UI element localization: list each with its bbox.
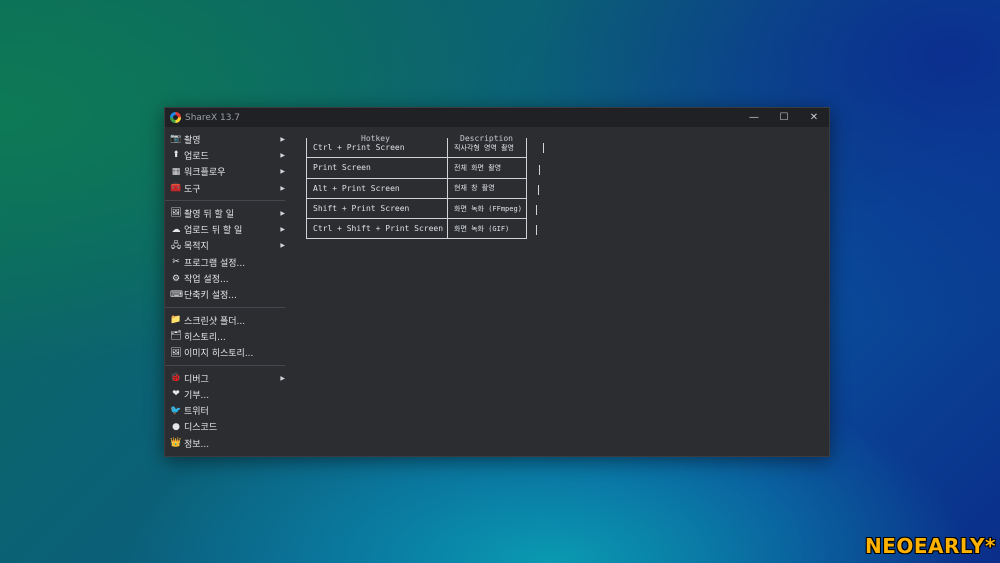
menu-item-label: 단축키 설정... <box>184 291 237 302</box>
hotkey-column-header: Hotkey <box>360 134 391 143</box>
description-cell: 화면 녹화 (GIF) <box>447 219 527 240</box>
hotkey-row[interactable]: Alt + Print Screen 현재 창 촬영 <box>306 178 527 199</box>
menu-item[interactable]: 🖧 목적지 ▶ <box>165 238 287 254</box>
menu-item[interactable]: 📷 촬영 ▶ <box>165 131 287 147</box>
menu-item[interactable]: 🧰 도구 ▶ <box>165 180 287 196</box>
cloud-icon: ☁ <box>171 224 181 235</box>
menu-item[interactable]: ⬆ 업로드 ▶ <box>165 147 287 163</box>
title-bar[interactable]: ShareX 13.7 — ☐ ✕ <box>165 108 829 127</box>
menu-item[interactable]: 🐦 트위터 <box>165 402 287 418</box>
submenu-arrow-icon: ▶ <box>280 135 285 143</box>
hotkey-row[interactable]: Shift + Print Screen 화면 녹화 (FFmpeg) <box>306 198 527 220</box>
crown-icon: 👑 <box>170 438 182 449</box>
menu-item-label: 스크린샷 폴더... <box>184 316 246 327</box>
description-column-header: Description <box>459 134 514 143</box>
menu-item-label: 디버그 <box>184 374 209 385</box>
minimize-button[interactable]: — <box>739 112 769 123</box>
after-capture-icon: 🖼 <box>170 208 182 219</box>
menu-item[interactable]: 🐞 디버그 ▶ <box>165 370 287 386</box>
menu-item[interactable]: ☁ 업로드 뒤 할 일 ▶ <box>165 221 287 237</box>
menu-separator <box>165 200 285 202</box>
menu-item[interactable]: ✂ 프로그램 설정... <box>165 254 287 270</box>
workflow-grid-icon: ▦ <box>171 166 181 177</box>
menu-item-label: 정보... <box>184 439 210 450</box>
menu-item-label: 프로그램 설정... <box>184 258 246 269</box>
menu-item[interactable]: ⚙ 작업 설정... <box>165 270 287 286</box>
hotkey-cell: Shift + Print Screen <box>306 198 447 220</box>
image-history-icon: 🖼 <box>170 347 182 358</box>
hotkey-cell: Print Screen <box>306 158 447 179</box>
history-icon: 🗂 <box>170 331 182 342</box>
discord-icon: ● <box>172 421 180 432</box>
menu-separator <box>165 364 285 366</box>
sharex-logo-icon <box>170 112 181 123</box>
menu-item[interactable]: ● 디스코드 <box>165 419 287 435</box>
hotkey-cell: Alt + Print Screen <box>306 178 447 199</box>
submenu-arrow-icon: ▶ <box>280 168 285 176</box>
maximize-button[interactable]: ☐ <box>769 112 799 123</box>
main-menu: 📷 촬영 ▶ ⬆ 업로드 ▶ ▦ 워크플로우 ▶ 🧰 도구 ▶ 🖼 촬영 뒤 할 일 ▶ ☁ 업로드 뒤 할 일… <box>165 127 287 451</box>
menu-item[interactable]: 🖼 촬영 뒤 할 일 ▶ <box>165 205 287 221</box>
sharex-window: ShareX 13.7 — ☐ ✕ 📷 촬영 ▶ ⬆ 업로드 ▶ ▦ 워크플로우 ▶ 🧰 도구 ▶ 🖼 촬… <box>164 107 830 457</box>
description-cell: 현재 창 촬영 <box>447 178 527 199</box>
submenu-arrow-icon: ▶ <box>280 184 285 192</box>
folder-icon: 📁 <box>170 315 182 326</box>
submenu-arrow-icon: ▶ <box>280 374 285 382</box>
menu-item-label: 목적지 <box>184 242 209 253</box>
menu-item[interactable]: ❤ 기부... <box>165 386 287 402</box>
table-border-artifact <box>536 205 537 215</box>
submenu-arrow-icon: ▶ <box>280 242 285 250</box>
menu-item[interactable]: ⌨ 단축키 설정... <box>165 287 287 303</box>
menu-item[interactable]: ▦ 워크플로우 ▶ <box>165 164 287 180</box>
camera-icon: 📷 <box>170 134 182 145</box>
upload-arrow-icon: ⬆ <box>172 150 180 161</box>
menu-item-label: 업로드 <box>184 151 209 162</box>
menu-item-label: 작업 설정... <box>184 275 229 286</box>
bug-icon: 🐞 <box>170 373 182 383</box>
heart-icon: ❤ <box>172 389 180 400</box>
gear-icon: ⚙ <box>171 273 181 284</box>
menu-item[interactable]: 🗂 히스토리... <box>165 328 287 344</box>
menu-item-label: 촬영 <box>184 135 201 146</box>
table-border-artifact <box>543 143 544 153</box>
tools-icon: ✂ <box>172 257 180 268</box>
menu-item[interactable]: 👑 정보... <box>165 435 287 451</box>
menu-item-label: 기부... <box>184 390 210 401</box>
description-cell: 전체 화면 촬영 <box>447 158 527 179</box>
menu-item-label: 이미지 히스토리... <box>184 349 254 360</box>
hotkey-cell: Ctrl + Shift + Print Screen <box>306 219 447 240</box>
description-cell: 화면 녹화 (FFmpeg) <box>447 198 527 220</box>
destinations-icon: 🖧 <box>170 240 182 251</box>
menu-item[interactable]: 📁 스크린샷 폴더... <box>165 312 287 328</box>
watermark-logo: NEOEARLY* <box>864 534 996 558</box>
twitter-icon: 🐦 <box>170 405 182 416</box>
toolbox-icon: 🧰 <box>170 183 182 194</box>
menu-item-label: 디스코드 <box>184 423 218 434</box>
hotkey-table: Hotkey Description Ctrl + Print Screen 직사… <box>306 134 544 240</box>
submenu-arrow-icon: ▶ <box>280 226 285 234</box>
menu-item-label: 도구 <box>184 184 201 195</box>
close-button[interactable]: ✕ <box>799 112 829 123</box>
menu-item-label: 촬영 뒤 할 일 <box>184 209 234 220</box>
menu-item-label: 히스토리... <box>184 332 226 343</box>
hotkey-row[interactable]: Ctrl + Shift + Print Screen 화면 녹화 (GIF) <box>306 219 527 240</box>
table-border-artifact <box>538 185 539 195</box>
submenu-arrow-icon: ▶ <box>280 209 285 217</box>
menu-separator <box>165 306 285 308</box>
menu-item-label: 워크플로우 <box>184 168 226 179</box>
menu-item-label: 트위터 <box>184 407 209 418</box>
table-border-artifact <box>536 225 537 235</box>
menu-item[interactable]: 🖼 이미지 히스토리... <box>165 345 287 361</box>
table-border-artifact <box>539 165 540 175</box>
window-title: ShareX 13.7 <box>185 112 241 123</box>
submenu-arrow-icon: ▶ <box>280 151 285 159</box>
keyboard-icon: ⌨ <box>170 289 183 300</box>
hotkey-row[interactable]: Print Screen 전체 화면 촬영 <box>306 158 527 179</box>
menu-item-label: 업로드 뒤 할 일 <box>184 226 243 237</box>
